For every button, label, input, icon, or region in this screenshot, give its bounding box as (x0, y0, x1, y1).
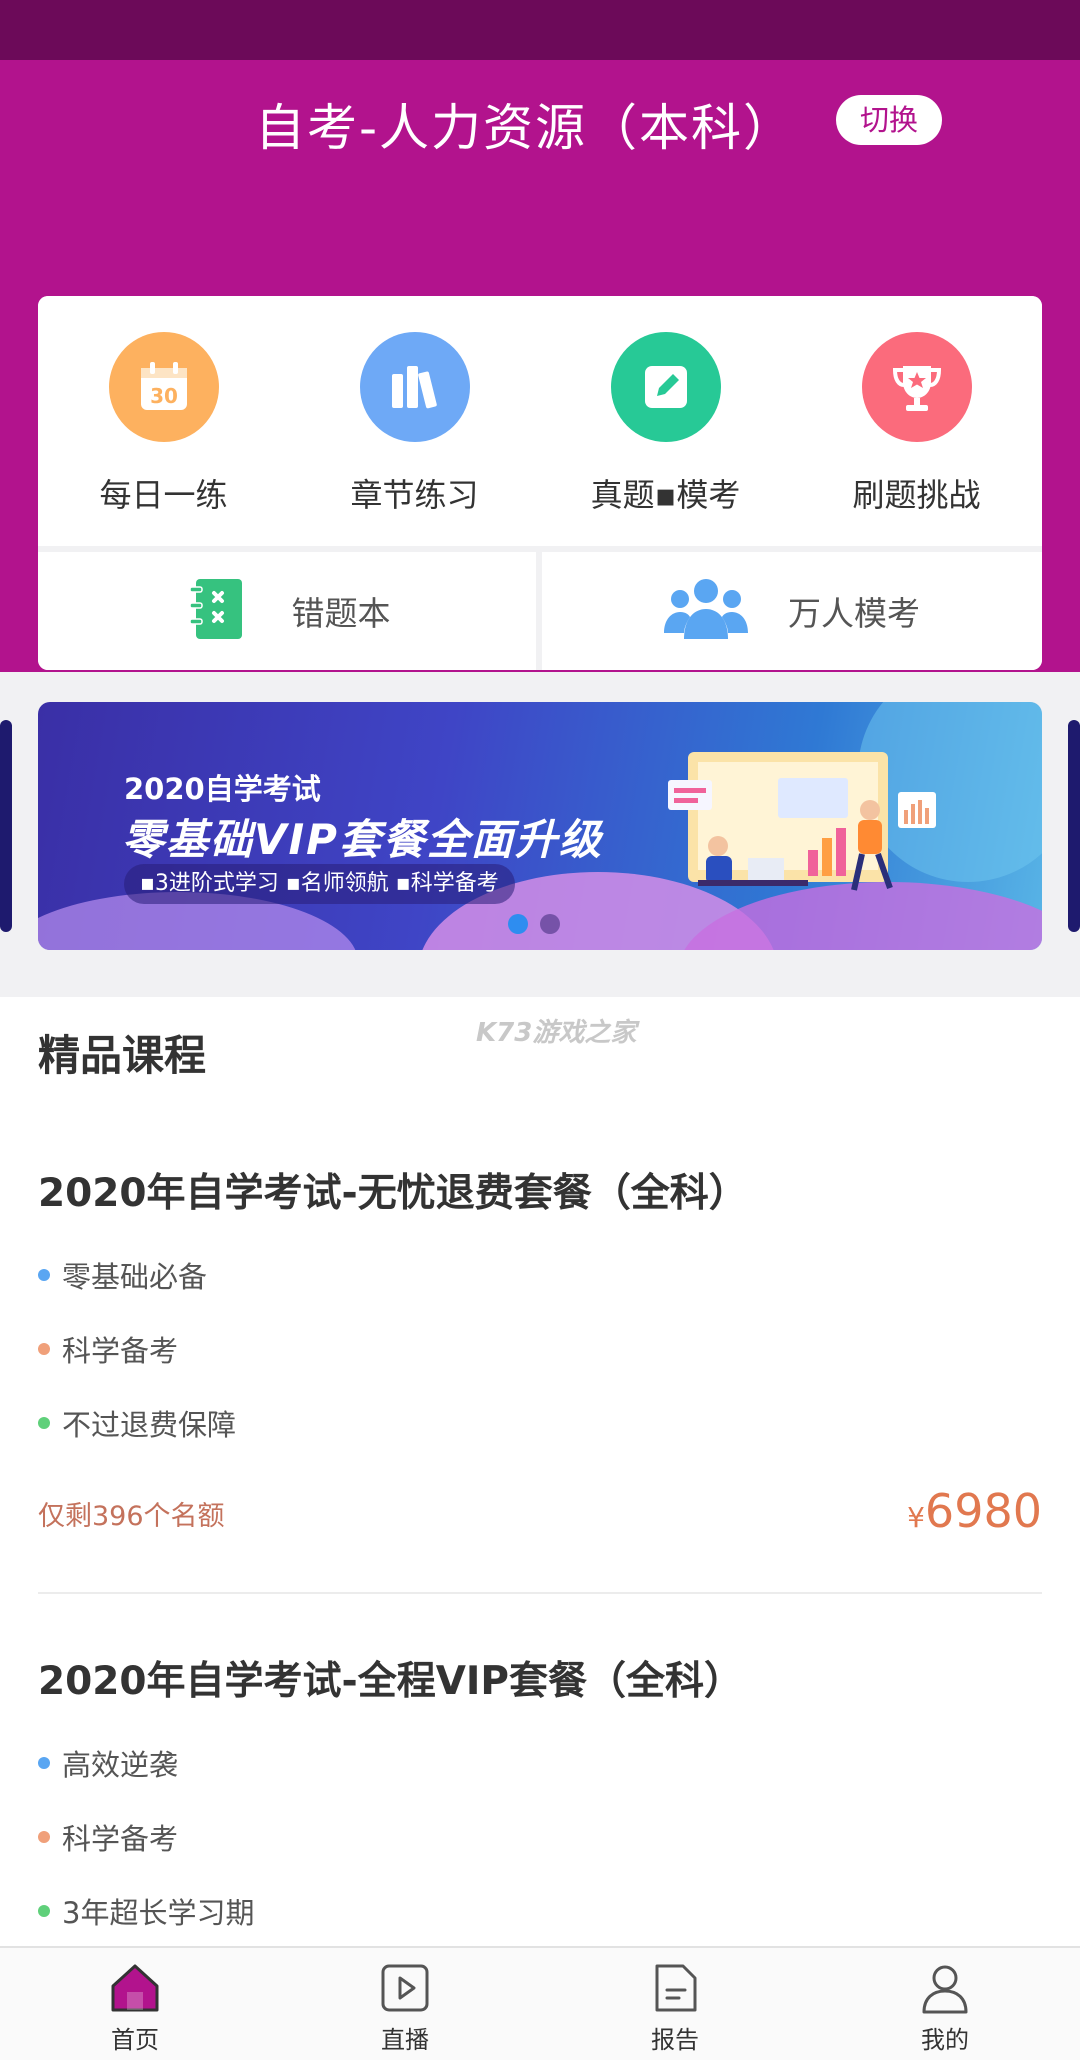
bullet-icon (38, 1757, 50, 1769)
tab-label: 报告 (651, 2026, 699, 2054)
section-title: 精品课程 (38, 1031, 207, 1080)
challenge-button[interactable]: 刷题挑战 (791, 332, 1042, 516)
tab-mine[interactable]: 我的 (885, 1960, 1005, 2055)
group-icon (664, 577, 748, 645)
edit-icon (610, 332, 721, 442)
feature-text: 3年超长学习期 (62, 1896, 255, 1930)
chapter-practice-button[interactable]: 章节练习 (289, 332, 540, 516)
tab-label: 首页 (111, 2026, 159, 2054)
course-card[interactable]: 2020年自学考试-无忧退费套餐（全科） 零基础必备 科学备考 不过退费保障 (38, 1162, 1042, 1460)
tab-report[interactable]: 报告 (615, 1960, 735, 2055)
feature-text: 科学备考 (62, 1334, 179, 1368)
mass-mock-exam-button[interactable]: 万人模考 (542, 552, 1042, 670)
quick-actions-row: 30 每日一练 章节练习 真题▪模考 刷题挑战 (38, 296, 1042, 546)
feature-text: 零基础必备 (62, 1260, 208, 1294)
course-features: 高效逆袭 科学备考 3年超长学习期 (38, 1726, 1042, 1948)
bottom-tab-bar: 首页 直播 报告 我的 (0, 1946, 1080, 2060)
carousel-dots (508, 914, 560, 934)
feature-text: 不过退费保障 (62, 1408, 237, 1442)
books-icon (359, 332, 470, 442)
quick-action-label: 刷题挑战 (852, 476, 981, 514)
tab-label: 直播 (381, 2026, 429, 2054)
switch-subject-button[interactable]: 切换 (836, 95, 942, 145)
bullet-icon (38, 1269, 50, 1281)
notebook-icon (184, 575, 252, 647)
course-price: ¥6980 (907, 1484, 1042, 1538)
bullet-icon (38, 1831, 50, 1843)
bullet-icon (38, 1417, 50, 1429)
currency-symbol: ¥ (907, 1501, 925, 1534)
bullet-icon (38, 1343, 50, 1355)
tab-home[interactable]: 首页 (75, 1960, 195, 2055)
course-feature: 高效逆袭 (38, 1726, 1042, 1800)
feature-text: 高效逆袭 (62, 1748, 179, 1782)
promo-banner[interactable]: 2020自学考试 零基础VIP套餐全面升级 ▪3进阶式学习 ▪名师领航 ▪科学备… (38, 702, 1042, 950)
user-icon (885, 1960, 1005, 2016)
daily-practice-button[interactable]: 30 每日一练 (38, 332, 289, 516)
course-card[interactable]: 2020年自学考试-全程VIP套餐（全科） 高效逆袭 科学备考 3年超长学习期 (38, 1650, 1042, 1948)
feature-text: 科学备考 (62, 1822, 179, 1856)
carousel-prev-peek (0, 720, 12, 932)
quick-action-label: 真题▪模考 (590, 476, 741, 514)
course-title: 2020年自学考试-无忧退费套餐（全科） (38, 1171, 748, 1216)
play-icon (345, 1960, 465, 2016)
tab-label: 我的 (921, 2026, 969, 2054)
carousel-dot[interactable] (540, 914, 560, 934)
course-title: 2020年自学考试-全程VIP套餐（全科） (38, 1659, 744, 1704)
banner-title: 零基础VIP套餐全面升级 (122, 815, 603, 864)
report-icon (615, 1960, 735, 2016)
course-feature: 3年超长学习期 (38, 1874, 1042, 1948)
course-features: 零基础必备 科学备考 不过退费保障 (38, 1238, 1042, 1460)
course-feature: 科学备考 (38, 1800, 1042, 1874)
course-feature: 不过退费保障 (38, 1386, 1042, 1460)
price-value: 6980 (924, 1484, 1042, 1538)
tab-live[interactable]: 直播 (345, 1960, 465, 2055)
banner-illustration (668, 752, 936, 891)
mock-exam-button[interactable]: 真题▪模考 (540, 332, 791, 516)
banner-subtitle: 2020自学考试 (124, 772, 321, 806)
trophy-icon (861, 332, 972, 442)
bullet-icon (38, 1905, 50, 1917)
course-feature: 零基础必备 (38, 1238, 1042, 1312)
svg-text:30: 30 (150, 384, 178, 408)
quick-actions-card: 30 每日一练 章节练习 真题▪模考 刷题挑战 错题本 万人模考 (38, 296, 1042, 670)
divider (38, 1592, 1042, 1594)
course-feature: 科学备考 (38, 1312, 1042, 1386)
mass-mock-exam-label: 万人模考 (788, 594, 920, 633)
wrong-questions-button[interactable]: 错题本 (38, 552, 536, 670)
carousel-next-peek (1068, 720, 1080, 932)
carousel-dot-active[interactable] (508, 914, 528, 934)
calendar-icon: 30 (108, 332, 219, 442)
quick-action-label: 每日一练 (99, 476, 228, 514)
status-bar (0, 0, 1080, 60)
quick-action-label: 章节练习 (350, 476, 479, 514)
home-icon (75, 1960, 195, 2016)
watermark: K73游戏之家 (476, 1018, 637, 1048)
wrong-questions-label: 错题本 (291, 594, 391, 633)
remaining-quota: 仅剩396个名额 (38, 1501, 225, 1532)
banner-tags: ▪3进阶式学习 ▪名师领航 ▪科学备考 (124, 864, 515, 904)
